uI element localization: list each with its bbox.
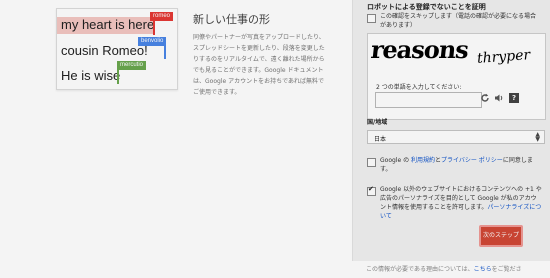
benvolio-tag: benvolio: [138, 37, 167, 46]
mercutio-tag: mercutio: [117, 61, 147, 70]
country-value: 日本: [374, 136, 387, 143]
audio-icon[interactable]: [494, 93, 504, 103]
select-arrows-icon: ▲ ▼: [535, 131, 540, 143]
robot-check-heading: ロボットによる登録でないことを証明: [367, 3, 486, 11]
doc-line-2: cousin Romeo!: [61, 43, 148, 58]
skip-verification-checkbox[interactable]: [367, 14, 376, 23]
personalize-checkbox[interactable]: [367, 185, 376, 196]
privacy-link[interactable]: プライバシー ポリシー: [441, 157, 503, 164]
personalize-label: Google 以外のウェブサイトにおけるコンテンツへの +1 や広告のパーソナラ…: [380, 185, 542, 221]
signup-panel: ロボットによる登録でないことを証明 この確認をスキップします（電話の確認が必要に…: [352, 0, 550, 261]
skip-verification-label: この確認をスキップします（電話の確認が必要になる場合があります）: [380, 13, 537, 29]
footer-link[interactable]: こちら: [474, 266, 492, 273]
captcha-prompt: 2 つの単語を入力してください:: [376, 84, 462, 91]
feature-description: 同僚やパートナーが写真をアップロードしたり、スプレッドシートを更新したり、段落を…: [193, 34, 325, 96]
help-icon[interactable]: ?: [509, 93, 519, 103]
captcha-image: reasons thryper: [369, 35, 544, 79]
doc-line-1: my heart is here: [57, 17, 154, 34]
captcha-box: reasons thryper 2 つの単語を入力してください: ?: [367, 33, 546, 120]
romeo-tag: romeo: [150, 12, 174, 21]
captcha-word-2: thryper: [476, 47, 531, 67]
country-label: 国/地域: [367, 119, 388, 126]
feature-title: 新しい仕事の形: [193, 13, 270, 26]
captcha-word-1: reasons: [369, 35, 470, 64]
next-step-button[interactable]: 次のステップ: [479, 225, 523, 247]
refresh-icon[interactable]: [480, 93, 490, 103]
terms-prefix: Google の: [380, 157, 411, 164]
terms-label: Google の 利用規約とプライバシー ポリシーに同意します。: [380, 156, 542, 174]
collaboration-illustration: my heart is here romeo cousin Romeo! ben…: [56, 8, 178, 90]
country-select[interactable]: 日本 ▲ ▼: [367, 130, 545, 144]
footer-text: この情報が必要である理由については、: [366, 266, 474, 273]
footer-suffix: をご覧ださ: [491, 266, 522, 273]
captcha-input[interactable]: [375, 92, 482, 108]
footer-note: この情報が必要である理由については、こちらをご覧ださ: [366, 264, 522, 273]
terms-link[interactable]: 利用規約: [411, 157, 435, 164]
terms-checkbox[interactable]: [367, 158, 376, 167]
doc-line-3: He is wise: [61, 68, 121, 83]
